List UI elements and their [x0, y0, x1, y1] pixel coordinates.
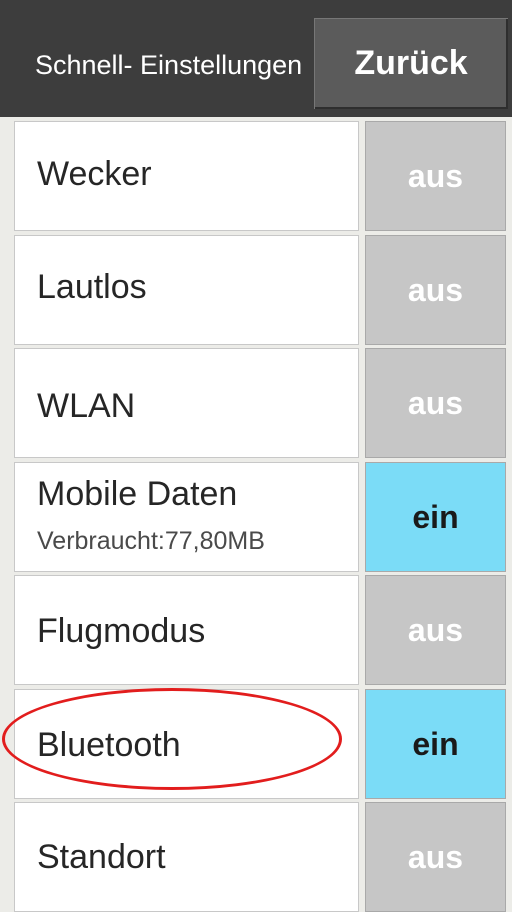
setting-label: Lautlos [37, 268, 147, 306]
setting-label: Standort [37, 838, 166, 876]
setting-row-wlan[interactable]: WLAN [14, 348, 359, 458]
setting-label: Flugmodus [37, 612, 206, 650]
toggle-wecker-button[interactable]: aus [365, 121, 506, 231]
page-title: Schnell- Einstellungen [35, 50, 303, 80]
highlight-ellipse [2, 688, 342, 790]
setting-row-mobile-daten[interactable]: Mobile Daten Verbraucht:77,80MB [14, 462, 359, 572]
setting-row-lautlos[interactable]: Lautlos [14, 235, 359, 345]
setting-label: Mobile Daten [37, 475, 238, 513]
toggle-wlan-button[interactable]: aus [365, 348, 506, 458]
setting-row-wecker[interactable]: Wecker [14, 121, 359, 231]
setting-label: WLAN [37, 387, 136, 425]
data-usage-label: Verbraucht:77,80MB [37, 527, 265, 555]
setting-row-standort[interactable]: Standort [14, 802, 359, 912]
toggle-lautlos-button[interactable]: aus [365, 235, 506, 345]
toggle-bluetooth-button[interactable]: ein [365, 689, 506, 799]
back-button[interactable]: Zurück [314, 18, 508, 109]
toggle-flugmodus-button[interactable]: aus [365, 575, 506, 685]
setting-label: Wecker [37, 155, 152, 193]
header-bar: Schnell- Einstellungen Zurück [0, 0, 512, 117]
toggle-standort-button[interactable]: aus [365, 802, 506, 912]
setting-row-flugmodus[interactable]: Flugmodus [14, 575, 359, 685]
toggle-mobile-daten-button[interactable]: ein [365, 462, 506, 572]
